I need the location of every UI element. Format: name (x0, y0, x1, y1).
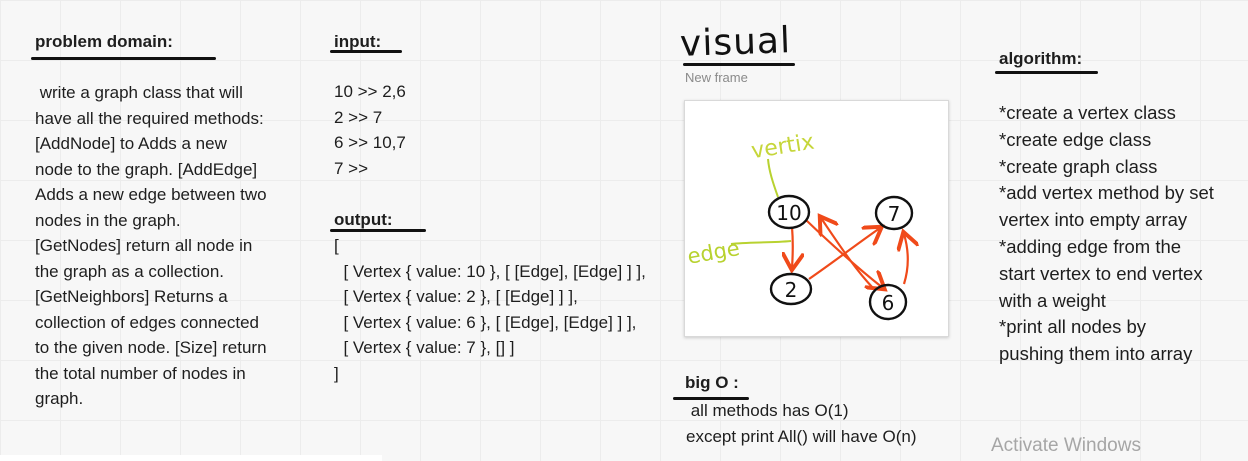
output-line: ] (334, 363, 339, 383)
problem-domain-line: [GetNodes] return all node in (35, 236, 253, 255)
node-2-label: 2 (785, 278, 798, 302)
problem-domain-line: [GetNeighbors] Returns a (35, 287, 228, 306)
input-line: 2 >> 7 (334, 107, 383, 127)
output-text: [ [ Vertex { value: 10 }, [ [Edge], [Edg… (334, 233, 646, 386)
algorithm-line: *print all nodes by (999, 316, 1147, 338)
bottom-toolbar-strip (0, 455, 382, 461)
problem-domain-line: [AddNode] to Adds a new (35, 134, 227, 153)
input-text: 10 >> 2,6 2 >> 7 6 >> 10,7 7 >> (334, 79, 406, 181)
graph-sketch: vertix edge 10 7 2 6 (686, 130, 948, 321)
output-line: [ Vertex { value: 10 }, [ [Edge], [Edge]… (334, 261, 646, 281)
algorithm-text: *create a vertex class *create edge clas… (999, 100, 1214, 368)
problem-domain-line: node to the graph. [AddEdge] (35, 159, 258, 179)
algorithm-line: pushing them into array (999, 343, 1193, 365)
node-10-label: 10 (776, 201, 801, 225)
problem-domain-line: graph. (35, 389, 84, 408)
problem-domain-line: write a graph class that will (35, 83, 243, 102)
output-line: [ (334, 236, 339, 255)
algorithm-underline (995, 71, 1098, 74)
problem-domain-text: write a graph class that will have all t… (35, 80, 267, 412)
input-line: 7 >> (334, 158, 369, 178)
node-7: 7 (874, 195, 914, 231)
problem-domain-underline (31, 57, 216, 60)
algorithm-line: start vertex to end vertex (999, 262, 1203, 284)
output-line: [ Vertex { value: 2 }, [ [Edge] ] ], (334, 287, 578, 306)
edge-pointer-line (730, 240, 792, 245)
output-line: [ Vertex { value: 6 }, [ [Edge], [Edge] … (334, 312, 637, 332)
frame-label[interactable]: New frame (685, 70, 748, 85)
problem-domain-line: collection of edges connected (35, 312, 259, 332)
output-line: [ Vertex { value: 7 }, [] ] (334, 338, 515, 357)
visual-underline (683, 63, 795, 66)
algorithm-line: *create a vertex class (999, 102, 1176, 123)
algorithm-heading: algorithm: (999, 49, 1083, 68)
node-10: 10 (767, 194, 811, 230)
input-underline (330, 50, 402, 53)
big-o-text: all methods has O(1) except print All() … (686, 398, 917, 449)
sketch-frame[interactable]: vertix edge 10 7 2 6 (684, 100, 949, 337)
problem-domain-line: have all the required methods: (35, 108, 264, 128)
edge-6-to-7 (904, 234, 908, 285)
problem-domain-line: Adds a new edge between two (35, 185, 267, 204)
input-line: 6 >> 10,7 (334, 133, 406, 152)
problem-domain-heading: problem domain: (35, 32, 173, 51)
input-line: 10 >> 2,6 (334, 82, 406, 101)
vertex-label: vertix (750, 130, 816, 165)
algorithm-line: *add vertex method by set (999, 182, 1214, 204)
algorithm-line: with a weight (999, 289, 1106, 311)
node-6-label: 6 (882, 291, 895, 315)
output-underline (330, 229, 426, 232)
problem-domain-line: nodes in the graph. (35, 210, 181, 230)
big-o-line: all methods has O(1) (686, 401, 849, 420)
activate-windows-watermark: Activate Windows (991, 435, 1141, 456)
node-6: 6 (868, 283, 908, 321)
input-heading: input: (334, 32, 382, 51)
problem-domain-line: to the given node. [Size] return (35, 338, 267, 357)
edge-label: edge (686, 236, 742, 269)
problem-domain-line: the total number of nodes in (35, 363, 246, 383)
algorithm-line: *create graph class (999, 155, 1158, 177)
algorithm-line: vertex into empty array (999, 209, 1188, 231)
algorithm-line: *create edge class (999, 128, 1152, 150)
node-7-label: 7 (888, 202, 901, 226)
algorithm-line: *adding edge from the (999, 235, 1182, 257)
visual-title: visual (679, 20, 792, 65)
node-2: 2 (769, 272, 813, 306)
big-o-line: except print All() will have O(n) (686, 426, 917, 446)
problem-domain-line: the graph as a collection. (35, 261, 225, 281)
vertex-pointer-line (767, 158, 779, 198)
edge-10-to-2 (792, 226, 793, 268)
output-heading: output: (334, 210, 393, 229)
big-o-heading: big O : (685, 373, 739, 392)
